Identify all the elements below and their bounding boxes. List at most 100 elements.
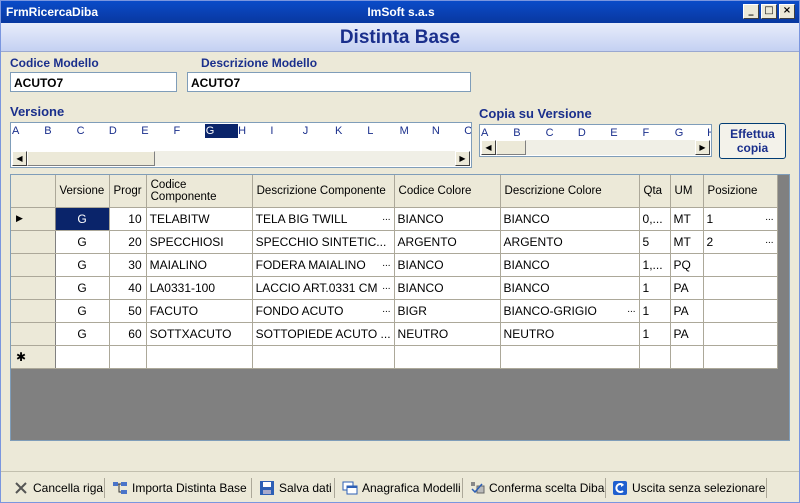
copia-option-d[interactable]: D [577,126,607,140]
new-row-cell[interactable] [500,345,640,369]
col-descrizione-colore[interactable]: Descrizione Colore [500,175,640,208]
cell-posizione[interactable]: ... 1 [703,207,778,231]
new-row-cell[interactable] [55,345,110,369]
versione-scrollbar[interactable]: ◀ ▶ [12,151,470,166]
effettua-copia-button[interactable]: Effettua copia [719,123,786,159]
new-row-cell[interactable] [394,345,501,369]
cell-descrizione-componente[interactable]: ... FONDO ACUTO [252,299,395,323]
cell-codice-colore[interactable]: BIGR [394,299,501,323]
cell-descrizione-componente[interactable]: ... FODERA MAIALINO [252,253,395,277]
cell-qta[interactable]: 0,... [639,207,671,231]
table-row[interactable]: G 60 SOTTXACUTO SOTTOPIEDE ACUTO ... NEUTRO N… [11,322,778,346]
cell-posizione[interactable] [703,276,778,300]
row-selector[interactable]: ▶ [11,207,56,231]
cell-um[interactable]: PA [670,299,704,323]
versione-scroll-thumb[interactable] [27,151,155,166]
versione-option-d[interactable]: D [108,124,138,138]
cancella-riga-button[interactable]: Cancella riga [13,479,103,497]
cell-versione[interactable]: G [55,207,110,231]
versione-option-c[interactable]: C [76,124,106,138]
cell-posizione[interactable]: ... 2 [703,230,778,254]
codice-modello-field[interactable]: ACUTO7 [10,72,177,92]
new-row[interactable]: ✱ [11,345,778,369]
copia-scroll-left-icon[interactable]: ◀ [481,140,496,155]
new-row-cell[interactable] [639,345,671,369]
copia-scroll-thumb[interactable] [496,140,526,155]
col-descrizione-componente[interactable]: Descrizione Componente [252,175,395,208]
cell-codice-componente[interactable]: SOTTXACUTO [146,322,253,346]
cell-versione[interactable]: G [55,253,110,277]
cell-progr[interactable]: 40 [109,276,147,300]
col-progr[interactable]: Progr [109,175,147,208]
col-versione[interactable]: Versione [55,175,110,208]
descrizione-modello-field[interactable]: ACUTO7 [187,72,471,92]
col-codice-colore[interactable]: Codice Colore [394,175,501,208]
uscita-button[interactable]: Uscita senza selezionare [612,479,765,497]
cell-progr[interactable]: 30 [109,253,147,277]
versione-option-b[interactable]: B [43,124,73,138]
copia-scrollbar[interactable]: ◀ ▶ [481,140,710,155]
new-row-cell[interactable] [252,345,395,369]
table-row[interactable]: G 40 LA0331-100... LACCIO ART.0331 CM BIANCO… [11,276,778,300]
cell-um[interactable]: PQ [670,253,704,277]
cell-qta[interactable]: 1 [639,299,671,323]
cell-codice-componente[interactable]: SPECCHIOSI [146,230,253,254]
cell-codice-colore[interactable]: NEUTRO [394,322,501,346]
cell-codice-colore[interactable]: BIANCO [394,276,501,300]
cell-posizione[interactable] [703,253,778,277]
row-selector[interactable] [11,299,56,323]
table-row[interactable]: G 50 FACUTO... FONDO ACUTO BIGR... BIANCO-GRI… [11,299,778,323]
cell-um[interactable]: PA [670,276,704,300]
row-selector[interactable] [11,230,56,254]
cell-posizione[interactable] [703,299,778,323]
copia-option-a[interactable]: A [480,126,510,140]
cell-progr[interactable]: 60 [109,322,147,346]
conferma-scelta-button[interactable]: Conferma scelta Diba [469,479,604,497]
cell-qta[interactable]: 1 [639,322,671,346]
cell-um[interactable]: MT [670,207,704,231]
cell-descrizione-colore[interactable]: ... BIANCO-GRIGIO [500,299,640,323]
cell-codice-componente[interactable]: FACUTO [146,299,253,323]
cell-descrizione-componente[interactable]: ... LACCIO ART.0331 CM [252,276,395,300]
cell-um[interactable]: MT [670,230,704,254]
copia-scroll-right-icon[interactable]: ▶ [695,140,710,155]
copia-option-h[interactable]: H [706,126,711,140]
col-codice-componente[interactable]: Codice Componente [146,175,253,208]
new-row-cell[interactable] [146,345,253,369]
cell-descrizione-componente[interactable]: SPECCHIO SINTETIC... [252,230,395,254]
versione-option-k[interactable]: K [334,124,364,138]
versione-option-g[interactable]: G [204,124,238,138]
versione-option-i[interactable]: I [269,124,299,138]
cell-descrizione-colore[interactable]: BIANCO [500,276,640,300]
col-posizione[interactable]: Posizione [703,175,778,208]
versione-option-j[interactable]: J [302,124,332,138]
cell-um[interactable]: PA [670,322,704,346]
cell-descrizione-colore[interactable]: BIANCO [500,253,640,277]
salva-dati-button[interactable]: Salva dati [259,479,332,497]
cell-codice-componente[interactable]: MAIALINO [146,253,253,277]
copia-option-c[interactable]: C [545,126,575,140]
copia-versione-list[interactable]: ABCDEFGH ◀ ▶ [479,124,712,157]
versione-option-o[interactable]: O [463,124,471,138]
cell-posizione[interactable] [703,322,778,346]
new-row-cell[interactable] [703,345,778,369]
cell-codice-colore[interactable]: ARGENTO [394,230,501,254]
cell-progr[interactable]: 50 [109,299,147,323]
scroll-left-icon[interactable]: ◀ [12,151,27,166]
versione-option-h[interactable]: H [237,124,267,138]
cell-codice-componente[interactable]: TELABITW [146,207,253,231]
cell-versione[interactable]: G [55,276,110,300]
minimize-button[interactable]: _ [743,4,759,19]
col-qta[interactable]: Qta [639,175,671,208]
close-button[interactable]: × [779,4,795,19]
versione-option-e[interactable]: E [140,124,170,138]
cell-qta[interactable]: 5 [639,230,671,254]
cell-progr[interactable]: 20 [109,230,147,254]
table-row[interactable]: ▶ G 10 TELABITW... TELA BIG TWILL BIANCO BIANC… [11,207,778,231]
copia-option-f[interactable]: F [642,126,672,140]
title-bar[interactable]: FrmRicercaDiba ImSoft s.a.s _ □ × [1,1,799,23]
cell-descrizione-colore[interactable]: NEUTRO [500,322,640,346]
cell-versione[interactable]: G [55,322,110,346]
versione-option-l[interactable]: L [366,124,396,138]
cell-codice-colore[interactable]: BIANCO [394,207,501,231]
